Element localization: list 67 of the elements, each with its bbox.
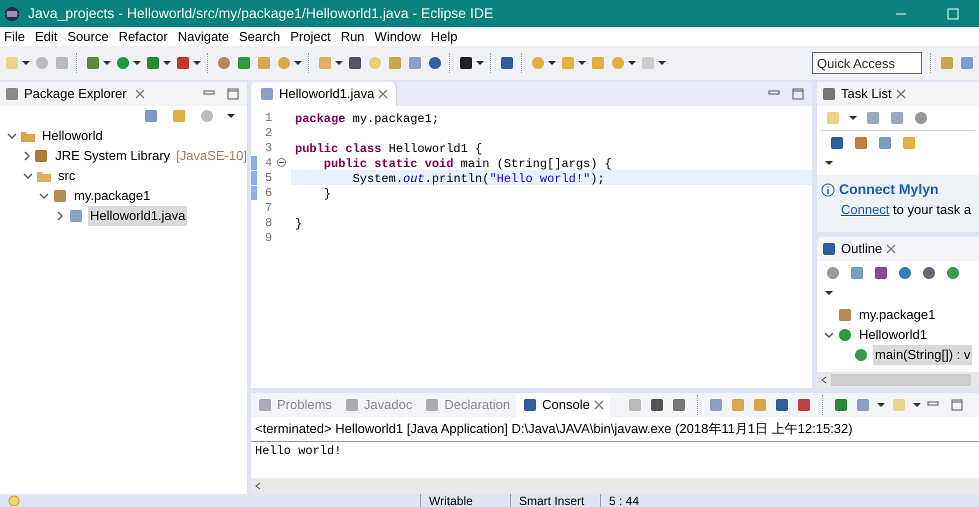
code-line: System.out.println("Hello world!"); [352,172,605,186]
mylyn-text: to your task a [893,202,972,217]
close-icon[interactable] [594,400,604,410]
fold-icon[interactable] [277,158,286,167]
line-number: 3 [265,140,274,156]
console-output: Hello world! [254,442,342,460]
tree-item[interactable]: Helloworld [40,126,105,146]
menu-item[interactable]: Window [370,26,425,46]
maximize-icon[interactable] [792,88,804,100]
console-header: <terminated> Helloworld1 [Java Application] D:\Java\JAVA\bin\javaw.exe (2018年11月1日 上午12:15:32) [251,417,979,442]
code-line: } [322,187,332,201]
menu-item[interactable]: Project [286,26,335,46]
status-field: 5 : 44 [600,494,690,507]
menu-item[interactable]: Search [235,26,284,46]
chevron-down-icon[interactable] [824,330,834,340]
chevron-right-icon[interactable] [55,211,65,221]
connect-link[interactable]: Connect [841,202,890,217]
code-line: public static void main (String[]args) { [322,157,612,171]
lightbulb-icon [8,494,20,506]
close-icon[interactable] [896,89,906,99]
tree-item[interactable]: my.package1 [72,186,152,206]
line-number: 6 [265,184,274,202]
code-line: } [295,217,302,231]
status-field: Smart Insert [510,494,600,507]
view-tab[interactable]: Console [516,393,610,417]
menu-item[interactable]: Source [63,26,113,46]
line-number: 5 [265,170,274,186]
line-number: 8 [265,214,274,232]
menu-item[interactable]: Navigate [174,26,234,46]
scroll-left-icon[interactable] [255,482,261,490]
close-icon[interactable] [886,244,896,254]
eclipse-logo-icon [4,6,20,22]
editor-tab[interactable]: Helloworld1.java [251,82,398,106]
menu-item[interactable]: Help [426,26,462,46]
close-icon[interactable] [378,89,388,99]
scrollbar-thumb[interactable] [831,374,971,386]
chevron-down-icon[interactable] [39,191,49,201]
quick-access-field[interactable]: Quick Access [812,52,922,74]
line-number: 4 [265,154,274,172]
info-icon [821,182,835,196]
code-line: public class Helloworld1 { [295,142,482,156]
line-number: 1 [265,110,274,126]
tree-item[interactable]: my.package1 [857,305,938,325]
line-number: 9 [265,230,274,246]
menu-item[interactable]: Refactor [114,26,172,46]
tree-item[interactable]: Helloworld1.java [88,206,188,226]
tree-item-suffix: [JavaSE-10] [176,147,247,166]
mylyn-title: Connect Mylyn [839,180,939,199]
code-line: package my.package1; [295,112,440,126]
chevron-right-icon[interactable] [22,151,32,161]
maximize-icon[interactable] [227,88,239,100]
line-number: 2 [265,124,274,142]
tree-item[interactable]: JRE System Library [53,146,172,166]
maximize-icon[interactable] [951,399,963,411]
line-number: 7 [265,200,274,216]
window-title: Java_projects - Helloworld/src/my/package1/Helloworld1.java - Eclipse IDE [28,4,494,23]
scroll-left-icon[interactable] [821,376,827,384]
tree-item[interactable]: Helloworld1 [857,325,929,345]
close-icon[interactable] [134,89,145,99]
menu-item[interactable]: Edit [30,26,62,46]
chevron-down-icon[interactable] [7,131,17,141]
menu-item[interactable]: File [0,26,29,46]
tree-item[interactable]: src [56,166,78,186]
chevron-down-icon[interactable] [23,171,33,181]
menu-item[interactable]: Run [336,26,369,46]
tree-item[interactable]: main(String[]) : v [873,345,972,365]
status-field: Writable [420,494,510,507]
